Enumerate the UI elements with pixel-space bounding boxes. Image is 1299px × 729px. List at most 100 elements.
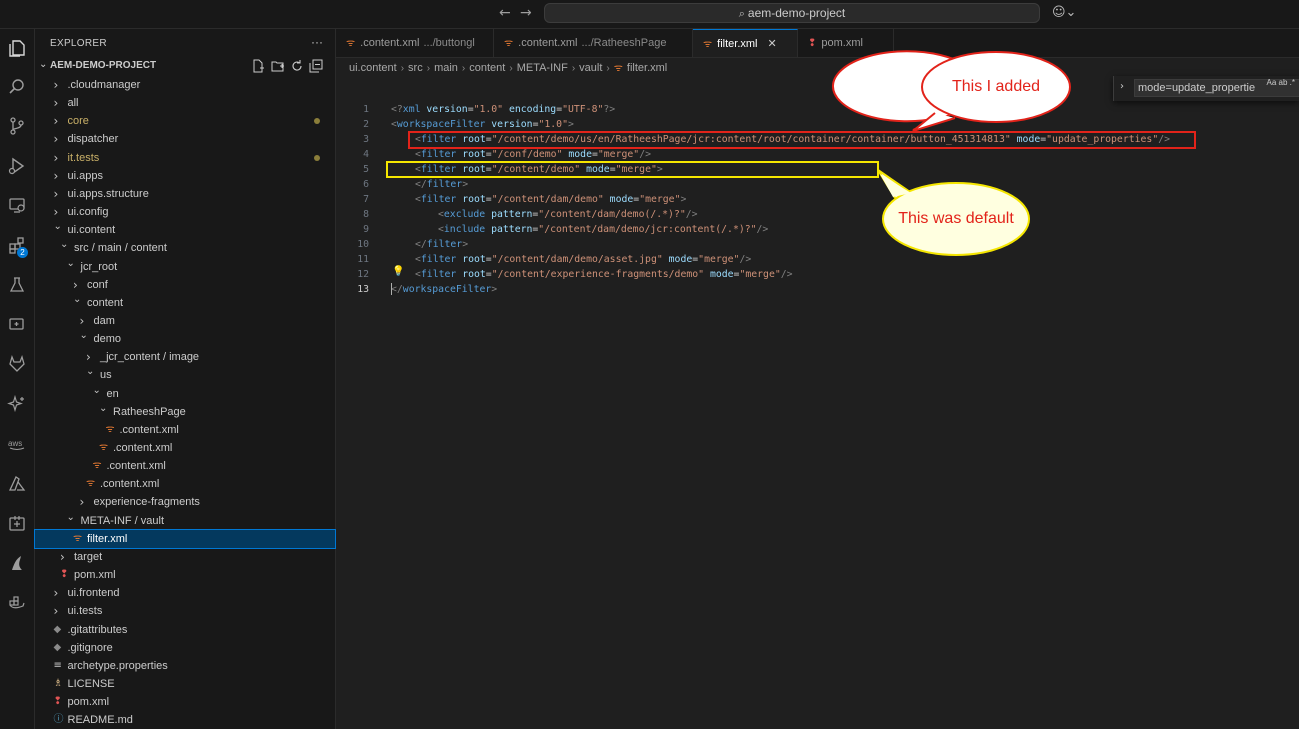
breadcrumb-item[interactable]: vault xyxy=(579,62,602,74)
chevron-right-icon: › xyxy=(53,78,59,92)
search-icon[interactable] xyxy=(0,72,34,102)
breadcrumb-item[interactable]: ui.content xyxy=(349,62,397,74)
tree-file[interactable]: ❢ pom.xml xyxy=(35,693,335,711)
tree-folder[interactable]: › ui.apps xyxy=(35,167,335,185)
arrow-right-icon[interactable]: → xyxy=(520,5,532,21)
copilot-chat-icon[interactable] xyxy=(0,310,34,340)
text-cursor xyxy=(391,283,392,295)
refresh-icon[interactable] xyxy=(290,59,304,73)
run-debug-icon[interactable] xyxy=(0,151,34,181)
new-folder-icon[interactable] xyxy=(271,59,285,73)
tree-file[interactable]: ♗ LICENSE xyxy=(35,675,335,693)
tree-folder[interactable]: ⌄ ui.content xyxy=(35,221,335,239)
tree-folder[interactable]: ⌄ jcr_root xyxy=(35,258,335,276)
copilot-icon[interactable]: ☺⌄ xyxy=(1052,5,1076,20)
tree-folder[interactable]: ⌄ META-INF / vault xyxy=(35,512,335,530)
azure-icon[interactable] xyxy=(0,469,34,499)
tree-file[interactable]: ᯤ .content.xml xyxy=(35,457,335,475)
more-actions-icon[interactable]: ··· xyxy=(311,35,323,49)
explorer-icon[interactable] xyxy=(0,33,34,63)
tree-folder[interactable]: ⌄ content xyxy=(35,294,335,312)
gitlab-icon[interactable] xyxy=(0,349,34,379)
tree-file[interactable]: ⓘ README.md xyxy=(35,711,335,729)
line-number: 6 xyxy=(363,179,369,190)
tab-filter-xml[interactable]: ᯤ filter.xml ✕ xyxy=(693,29,798,57)
rss-file-icon: ᯤ xyxy=(92,460,102,472)
chevron-right-icon: › xyxy=(400,63,405,74)
tree-folder[interactable]: › ui.config xyxy=(35,203,335,221)
added-callout-tail-fill xyxy=(913,113,955,131)
tree-folder[interactable]: › _jcr_content / image xyxy=(35,348,335,366)
collapse-all-icon[interactable] xyxy=(309,59,323,73)
tree-file[interactable]: ᯤ .content.xml xyxy=(35,475,335,493)
tree-file[interactable]: ◆ .gitattributes xyxy=(35,621,335,639)
tree-folder[interactable]: › core xyxy=(35,112,335,130)
tree-folder[interactable]: ⌄ demo xyxy=(35,330,335,348)
find-widget: › mode=update_propertie Aa ab .* xyxy=(1113,76,1299,101)
chevron-down-icon: ⌄ xyxy=(53,221,62,233)
project-header[interactable]: ⌄ AEM-DEMO-PROJECT xyxy=(35,57,335,75)
tab-label: pom.xml xyxy=(821,37,863,49)
chevron-right-icon[interactable]: › xyxy=(1120,81,1124,92)
added-callout-tail-stroke xyxy=(912,112,956,132)
maven-file-icon: ❢ xyxy=(60,569,69,581)
aws-icon[interactable]: aws xyxy=(0,429,34,459)
ai-sparkle-icon[interactable] xyxy=(0,389,34,419)
chevron-down-icon: ⌄ xyxy=(39,59,48,70)
tab-label: .content.xml xyxy=(360,37,420,49)
close-icon[interactable]: ✕ xyxy=(767,37,776,50)
adobe-icon[interactable] xyxy=(0,548,34,578)
tree-folder[interactable]: › .cloudmanager xyxy=(35,76,335,94)
testing-icon[interactable] xyxy=(0,270,34,300)
tree-folder[interactable]: ⌄ src / main / content xyxy=(35,239,335,257)
tree-folder[interactable]: › dispatcher xyxy=(35,130,335,148)
breadcrumb-item[interactable]: filter.xml xyxy=(627,62,667,74)
tree-folder[interactable]: › experience-fragments xyxy=(35,493,335,511)
tree-item-label: archetype.properties xyxy=(67,659,168,672)
tree-item-label: en xyxy=(106,387,119,400)
tab-content-xml-buttongl[interactable]: ᯤ .content.xml .../buttongl xyxy=(336,29,494,57)
tab-label: filter.xml xyxy=(717,38,758,50)
tree-item-label: dam xyxy=(93,314,115,327)
tree-folder[interactable]: › ui.apps.structure xyxy=(35,185,335,203)
code-line: <filter root="/content/dam/demo/asset.jp… xyxy=(415,254,752,265)
tree-folder[interactable]: › ui.frontend xyxy=(35,584,335,602)
tree-folder[interactable]: ⌄ en xyxy=(35,385,335,403)
tree-folder[interactable]: › ui.tests xyxy=(35,602,335,620)
tree-item-label: all xyxy=(67,97,79,110)
code-line: </filter> xyxy=(415,239,469,250)
tree-file[interactable]: ᯤ .content.xml xyxy=(35,421,335,439)
tab-content-xml-ratheeshpage[interactable]: ᯤ .content.xml .../RatheeshPage xyxy=(494,29,693,57)
tree-file[interactable]: ᯤ .content.xml xyxy=(35,439,335,457)
chevron-right-icon: › xyxy=(53,132,59,147)
breadcrumb-item[interactable]: META-INF xyxy=(517,62,568,74)
tree-item-label: src / main / content xyxy=(74,242,167,255)
new-file-icon[interactable] xyxy=(251,59,265,73)
breadcrumb-item[interactable]: main xyxy=(434,62,458,74)
tree-folder[interactable]: › all xyxy=(35,94,335,112)
remote-explorer-icon[interactable] xyxy=(0,190,34,220)
tree-file[interactable]: ≡ archetype.properties xyxy=(35,657,335,675)
lightbulb-icon[interactable]: 💡 xyxy=(392,266,404,277)
find-options[interactable]: Aa ab .* xyxy=(1267,78,1295,87)
tree-folder[interactable]: › it.tests xyxy=(35,149,335,167)
tree-file[interactable]: ᯤ filter.xml xyxy=(34,528,336,549)
tree-item-label: .gitattributes xyxy=(67,623,128,636)
extensions-icon[interactable]: 2 xyxy=(0,230,34,260)
tree-file[interactable]: ◆ .gitignore xyxy=(35,639,335,657)
find-input-value: mode=update_propertie xyxy=(1138,82,1256,94)
added-callout-text: This I added xyxy=(951,78,1041,95)
breadcrumb-item[interactable]: content xyxy=(469,62,505,74)
source-control-icon[interactable] xyxy=(0,111,34,141)
tree-folder[interactable]: ⌄ RatheeshPage xyxy=(35,403,335,421)
tab-pom-xml[interactable]: ❢ pom.xml xyxy=(798,29,894,57)
command-center-search[interactable]: ⌕ aem-demo-project xyxy=(544,3,1040,23)
tree-folder[interactable]: › target xyxy=(35,548,335,566)
containers-icon[interactable] xyxy=(0,508,34,538)
docker-icon[interactable] xyxy=(0,587,34,617)
tree-folder[interactable]: ⌄ us xyxy=(35,366,335,384)
tree-item-label: LICENSE xyxy=(67,677,115,690)
tree-file[interactable]: ❢ pom.xml xyxy=(35,566,335,584)
arrow-left-icon[interactable]: ← xyxy=(499,5,511,21)
breadcrumb-item[interactable]: src xyxy=(408,62,423,74)
